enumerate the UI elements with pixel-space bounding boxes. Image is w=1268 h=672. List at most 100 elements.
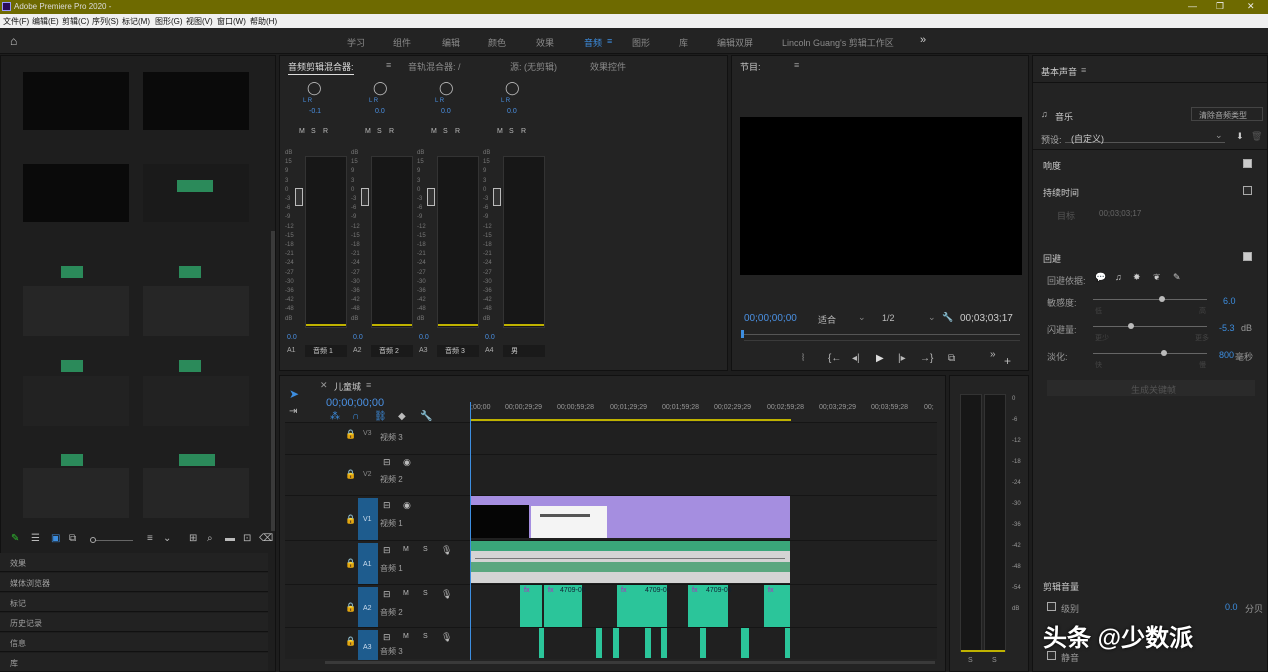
sensitivity-slider[interactable] [1093,299,1207,300]
panel-media-browser[interactable]: 媒体浏览器 [10,578,50,589]
essential-sound-title[interactable]: 基本声音 [1041,65,1077,78]
mute-button[interactable]: M [431,128,437,135]
tab-source[interactable]: 源: (无剪辑) [510,60,557,73]
ws-effects[interactable]: 效果 [536,36,554,49]
loudness-checkbox[interactable] [1243,159,1252,168]
toggle-sync-icon[interactable]: ⊟ [383,545,391,556]
ws-assembly[interactable]: 组件 [393,36,411,49]
mute-button[interactable]: M [365,128,371,135]
list-view-icon[interactable]: ☰ [31,534,40,544]
ws-custom[interactable]: Lincoln Guang's 剪辑工作区 [782,36,894,49]
fade-knob[interactable] [1161,350,1167,356]
lock-icon[interactable]: 🔒 [345,469,356,480]
tab-menu-icon[interactable]: ≡ [386,60,391,70]
volume-fader[interactable] [361,188,369,206]
audio-clip-a3[interactable] [741,628,749,658]
toggle-sync-icon[interactable]: ⊟ [383,632,391,643]
channel-name-box[interactable]: 音频 1 [305,345,347,357]
menu-view[interactable]: 视图(V) [186,16,213,27]
zoom-slider[interactable] [93,540,133,541]
close-icon[interactable]: ✕ [1247,1,1255,12]
delete-preset-icon[interactable]: 🗑 [1251,131,1262,142]
record-button[interactable]: R [389,128,394,135]
audio-clip-a3[interactable] [645,628,651,658]
solo-button[interactable]: S [311,128,316,135]
eye-icon[interactable]: ◉ [403,500,411,511]
level-checkbox[interactable] [1047,602,1056,611]
toggle-sync-icon[interactable]: ⊟ [383,589,391,600]
step-forward-icon[interactable]: |▸ [898,354,906,364]
preset-dropdown[interactable]: (自定义) ⌄ [1065,129,1225,144]
duration-checkbox[interactable] [1243,186,1252,195]
overflow-icon[interactable]: » [920,34,926,46]
thumb-4[interactable] [143,164,249,222]
zoom-knob[interactable] [90,537,96,543]
fit-dropdown[interactable]: 适合 [818,313,836,326]
marker-icon[interactable]: ◆ [398,412,406,422]
program-menu-icon[interactable]: ≡ [794,60,799,70]
lock-icon[interactable]: 🔒 [345,602,356,613]
record-button[interactable]: R [521,128,526,135]
audio-clip-a3[interactable] [539,628,544,658]
tab-audio-clip-mixer[interactable]: 音频剪辑混合器: [288,60,354,75]
thumb-1[interactable] [23,72,129,130]
home-icon[interactable]: ⌂ [10,34,17,48]
panel-libraries[interactable]: 库 [10,658,18,669]
pan-knob-icon[interactable]: ◯ [373,80,388,96]
channel-name-box[interactable]: 音频 2 [371,345,413,357]
panel-effects[interactable]: 效果 [10,558,26,569]
menu-sequence[interactable]: 序列(S) [92,16,119,27]
lock-icon[interactable]: 🔒 [345,636,356,647]
search-icon[interactable]: ⌕ [207,534,213,544]
nest-icon[interactable]: ⁂ [330,412,340,422]
ws-graphics[interactable]: 图形 [632,36,650,49]
solo-button[interactable]: S [443,128,448,135]
ws-audio[interactable]: 音频 [584,36,602,49]
solo-button[interactable]: S [509,128,514,135]
resolution-dropdown[interactable]: 1/2 [882,313,895,323]
menu-file[interactable]: 文件(F) [3,16,29,27]
track-id[interactable]: A2 [363,605,372,612]
solo-button[interactable]: S [423,633,428,640]
solo-button[interactable]: S [423,546,428,553]
audio-clip-a3[interactable] [596,628,602,658]
panel-history[interactable]: 历史记录 [10,618,42,629]
fade-value[interactable]: 800 [1219,350,1234,360]
go-to-in-icon[interactable]: {← [828,354,841,364]
button-editor-icon[interactable]: + [1004,355,1011,367]
icon-view-icon[interactable]: ▣ [51,534,60,544]
restore-icon[interactable]: ❐ [1216,1,1224,12]
freeform-view-icon[interactable]: ⧉ [69,534,76,544]
close-seq-icon[interactable]: ✕ [320,380,328,391]
solo-button[interactable]: S [377,128,382,135]
save-preset-icon[interactable]: ⬇ [1236,131,1244,142]
seq-menu-icon[interactable]: ≡ [366,380,371,390]
track-id[interactable]: V1 [363,516,372,523]
mic-icon[interactable]: 🎙 [441,632,452,643]
pan-knob-icon[interactable]: ◯ [505,80,520,96]
new-bin-icon[interactable]: ▬ [225,534,235,544]
audio-clip-a3[interactable] [661,628,667,658]
track-id[interactable]: A3 [363,644,372,651]
tab-effect-controls[interactable]: 效果控件 [590,60,626,73]
ws-color[interactable]: 颜色 [488,36,506,49]
volume-fader[interactable] [295,188,303,206]
add-marker-icon[interactable]: ⦚ [802,354,804,364]
menu-edit[interactable]: 编辑(E) [32,16,59,27]
ws-libraries[interactable]: 库 [679,36,688,49]
volume-fader[interactable] [493,188,501,206]
duck-amount-value[interactable]: -5.3 [1219,323,1235,333]
toggle-sync-icon[interactable]: ⊟ [383,457,391,468]
audio-clip-a3[interactable] [785,628,790,658]
step-back-icon[interactable]: ◂| [852,354,860,364]
mute-button[interactable]: M [403,633,409,640]
volume-fader[interactable] [427,188,435,206]
minimize-icon[interactable]: — [1188,1,1197,11]
ws-menu-icon[interactable]: ≡ [607,36,612,46]
duck-amount-knob[interactable] [1128,323,1134,329]
sensitivity-value[interactable]: 6.0 [1223,296,1236,306]
res-chevron-icon[interactable]: ⌄ [928,312,936,323]
untagged-icon[interactable]: ✎ [1173,272,1181,283]
menu-window[interactable]: 窗口(W) [217,16,246,27]
play-icon[interactable]: ▶ [876,354,884,364]
